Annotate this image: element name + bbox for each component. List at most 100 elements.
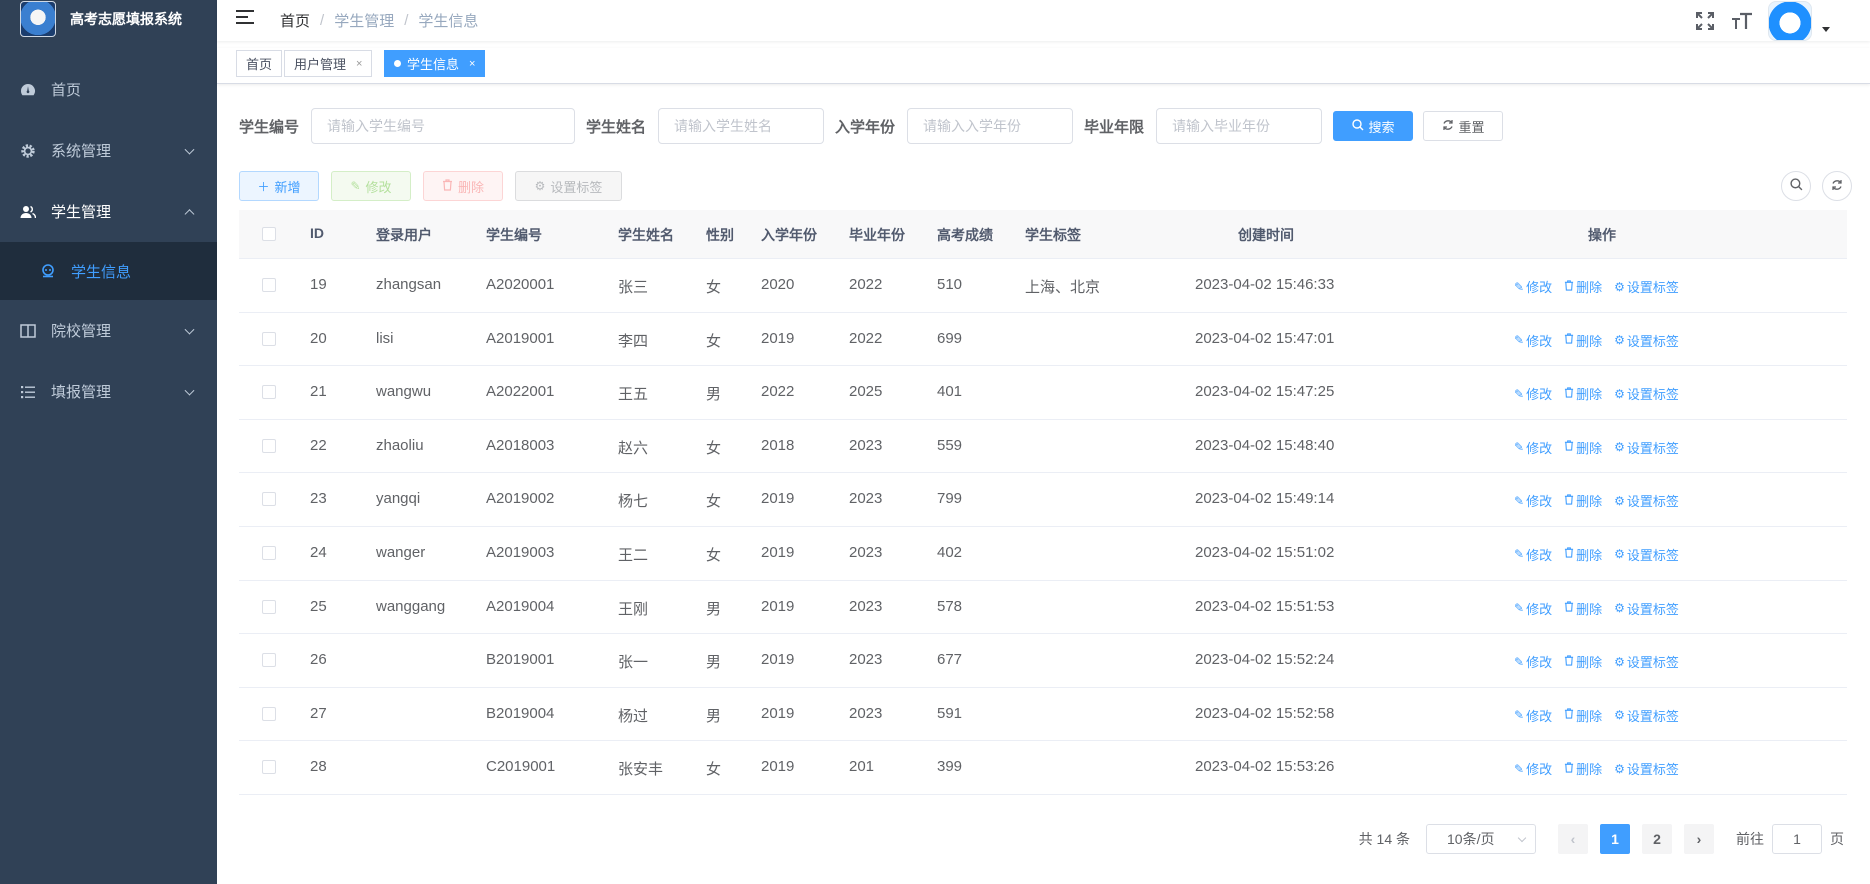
reset-button[interactable]: 重置 [1423, 111, 1504, 141]
search-button[interactable]: 搜索 [1333, 111, 1414, 141]
tag-user-mgmt[interactable]: 用户管理 × [284, 50, 373, 77]
header-create-time: 创建时间 [1238, 227, 1294, 243]
row-delete-link[interactable]: 删除 [1564, 599, 1602, 618]
row-edit-link[interactable]: ✎ 修改 [1514, 599, 1552, 618]
row-delete-link[interactable]: 删除 [1564, 491, 1602, 510]
sidebar-item-college[interactable]: 院校管理 [0, 300, 217, 361]
row-checkbox[interactable] [262, 545, 276, 560]
font-size-icon[interactable] [1731, 10, 1753, 32]
delete-button[interactable]: 删除 [423, 171, 503, 201]
row-set-tag-link[interactable]: ⚙ 设置标签 [1614, 277, 1679, 296]
row-edit-link[interactable]: ✎ 修改 [1514, 331, 1552, 350]
row-delete-link[interactable]: 删除 [1564, 706, 1602, 725]
row-checkbox[interactable] [262, 599, 276, 614]
row-set-tag-link[interactable]: ⚙ 设置标签 [1614, 438, 1679, 457]
row-set-tag-link[interactable]: ⚙ 设置标签 [1614, 706, 1679, 725]
row-set-tag-link[interactable]: ⚙ 设置标签 [1614, 599, 1679, 618]
refresh-button[interactable] [1822, 171, 1852, 201]
row-actions: ✎ 修改 删除 ⚙ 设置标签 [1514, 545, 1691, 564]
book-icon [20, 323, 36, 339]
row-checkbox[interactable] [262, 706, 276, 721]
student-no-input[interactable]: 请输入学生编号 [311, 108, 576, 144]
trash-icon [1564, 279, 1574, 294]
row-edit-label: 修改 [1526, 655, 1553, 671]
cell-gender: 女 [706, 279, 722, 296]
tag-home[interactable]: 首页 [236, 50, 283, 77]
row-edit-link[interactable]: ✎ 修改 [1514, 652, 1552, 671]
row-delete-link[interactable]: 删除 [1564, 331, 1602, 350]
row-checkbox[interactable] [262, 385, 276, 400]
row-edit-link[interactable]: ✎ 修改 [1514, 384, 1552, 403]
row-edit-link[interactable]: ✎ 修改 [1514, 438, 1552, 457]
row-delete-link[interactable]: 删除 [1564, 438, 1602, 457]
student-name-input[interactable]: 请输入学生姓名 [658, 108, 825, 144]
add-button[interactable]: ＋ 新增 [239, 171, 319, 201]
graduate-year-input[interactable]: 请输入毕业年份 [1156, 108, 1323, 144]
hamburger-icon[interactable] [236, 10, 254, 26]
edit-icon: ✎ [1514, 386, 1525, 401]
page-size-select[interactable]: 10条/页 [1426, 824, 1536, 854]
row-edit-link[interactable]: ✎ 修改 [1514, 706, 1552, 725]
page-1-button[interactable]: 1 [1600, 824, 1630, 854]
cell-graduate-year: 2022 [849, 329, 883, 347]
breadcrumb-separator: / [404, 12, 409, 29]
table-row: 19 zhangsan A2020001 张三 女 2020 2022 510 上海、北京 202… [239, 259, 1847, 313]
cell-gender: 男 [706, 707, 722, 725]
select-all-checkbox[interactable] [262, 227, 276, 241]
row-set-tag-link[interactable]: ⚙ 设置标签 [1614, 384, 1679, 403]
cell-enroll-year: 2018 [761, 436, 795, 454]
row-delete-link[interactable]: 删除 [1564, 545, 1602, 564]
caret-down-icon[interactable] [1822, 27, 1830, 32]
tag-student-info[interactable]: 学生信息 × [384, 50, 486, 77]
sidebar-item-home[interactable]: 首页 [0, 59, 217, 120]
enroll-year-input[interactable]: 请输入入学年份 [907, 108, 1074, 144]
row-set-tag-link[interactable]: ⚙ 设置标签 [1614, 491, 1679, 510]
page-2-button[interactable]: 2 [1642, 824, 1672, 854]
toggle-search-button[interactable] [1781, 171, 1811, 201]
sidebar-subitem-student-info[interactable]: 学生信息 [0, 242, 217, 300]
row-edit-link[interactable]: ✎ 修改 [1514, 545, 1552, 564]
row-delete-link[interactable]: 删除 [1564, 277, 1602, 296]
sidebar-item-system[interactable]: 系统管理 [0, 120, 217, 181]
header-enroll-year: 入学年份 [761, 227, 817, 243]
row-edit-label: 修改 [1526, 387, 1553, 403]
breadcrumb-home[interactable]: 首页 [280, 10, 310, 31]
row-checkbox[interactable] [262, 278, 276, 292]
placeholder: 请输入入学年份 [923, 118, 1022, 134]
row-checkbox[interactable] [262, 760, 276, 775]
row-checkbox[interactable] [262, 331, 276, 346]
gear-icon: ⚙ [1614, 708, 1625, 723]
close-icon[interactable]: × [356, 58, 362, 70]
cell-student-name: 杨过 [618, 707, 649, 725]
cell-student-no: A2019002 [486, 490, 555, 508]
fullscreen-icon[interactable] [1694, 10, 1716, 32]
next-page-button[interactable]: › [1684, 824, 1714, 854]
row-edit-link[interactable]: ✎ 修改 [1514, 759, 1552, 778]
row-edit-link[interactable]: ✎ 修改 [1514, 277, 1552, 296]
cell-student-name: 王五 [618, 386, 649, 404]
row-edit-link[interactable]: ✎ 修改 [1514, 491, 1552, 510]
row-delete-link[interactable]: 删除 [1564, 384, 1602, 403]
sidebar-item-application[interactable]: 填报管理 [0, 361, 217, 422]
row-checkbox[interactable] [262, 492, 276, 507]
cell-create-time: 2023-04-02 15:48:40 [1195, 436, 1335, 454]
breadcrumb-student-mgmt[interactable]: 学生管理 [334, 10, 394, 31]
row-set-tag-link[interactable]: ⚙ 设置标签 [1614, 331, 1679, 350]
row-set-tag-link[interactable]: ⚙ 设置标签 [1614, 652, 1679, 671]
row-delete-link[interactable]: 删除 [1564, 759, 1602, 778]
row-checkbox[interactable] [262, 438, 276, 453]
set-tag-button[interactable]: ⚙ 设置标签 [515, 171, 622, 201]
row-set-tag-link[interactable]: ⚙ 设置标签 [1614, 545, 1679, 564]
edit-button[interactable]: ✎ 修改 [331, 171, 411, 201]
logo[interactable]: 高考志愿填报系统 [0, 0, 217, 38]
row-set-tag-link[interactable]: ⚙ 设置标签 [1614, 759, 1679, 778]
avatar[interactable] [1768, 0, 1812, 41]
enroll-year-label: 入学年份 [835, 118, 896, 136]
goto-page-input[interactable]: 1 [1772, 824, 1822, 854]
prev-page-button[interactable]: ‹ [1558, 824, 1588, 854]
row-checkbox[interactable] [262, 653, 276, 668]
close-icon[interactable]: × [469, 58, 475, 70]
sidebar-item-student[interactable]: 学生管理 [0, 181, 217, 242]
row-delete-link[interactable]: 删除 [1564, 652, 1602, 671]
cell-create-time: 2023-04-02 15:53:26 [1195, 758, 1335, 776]
